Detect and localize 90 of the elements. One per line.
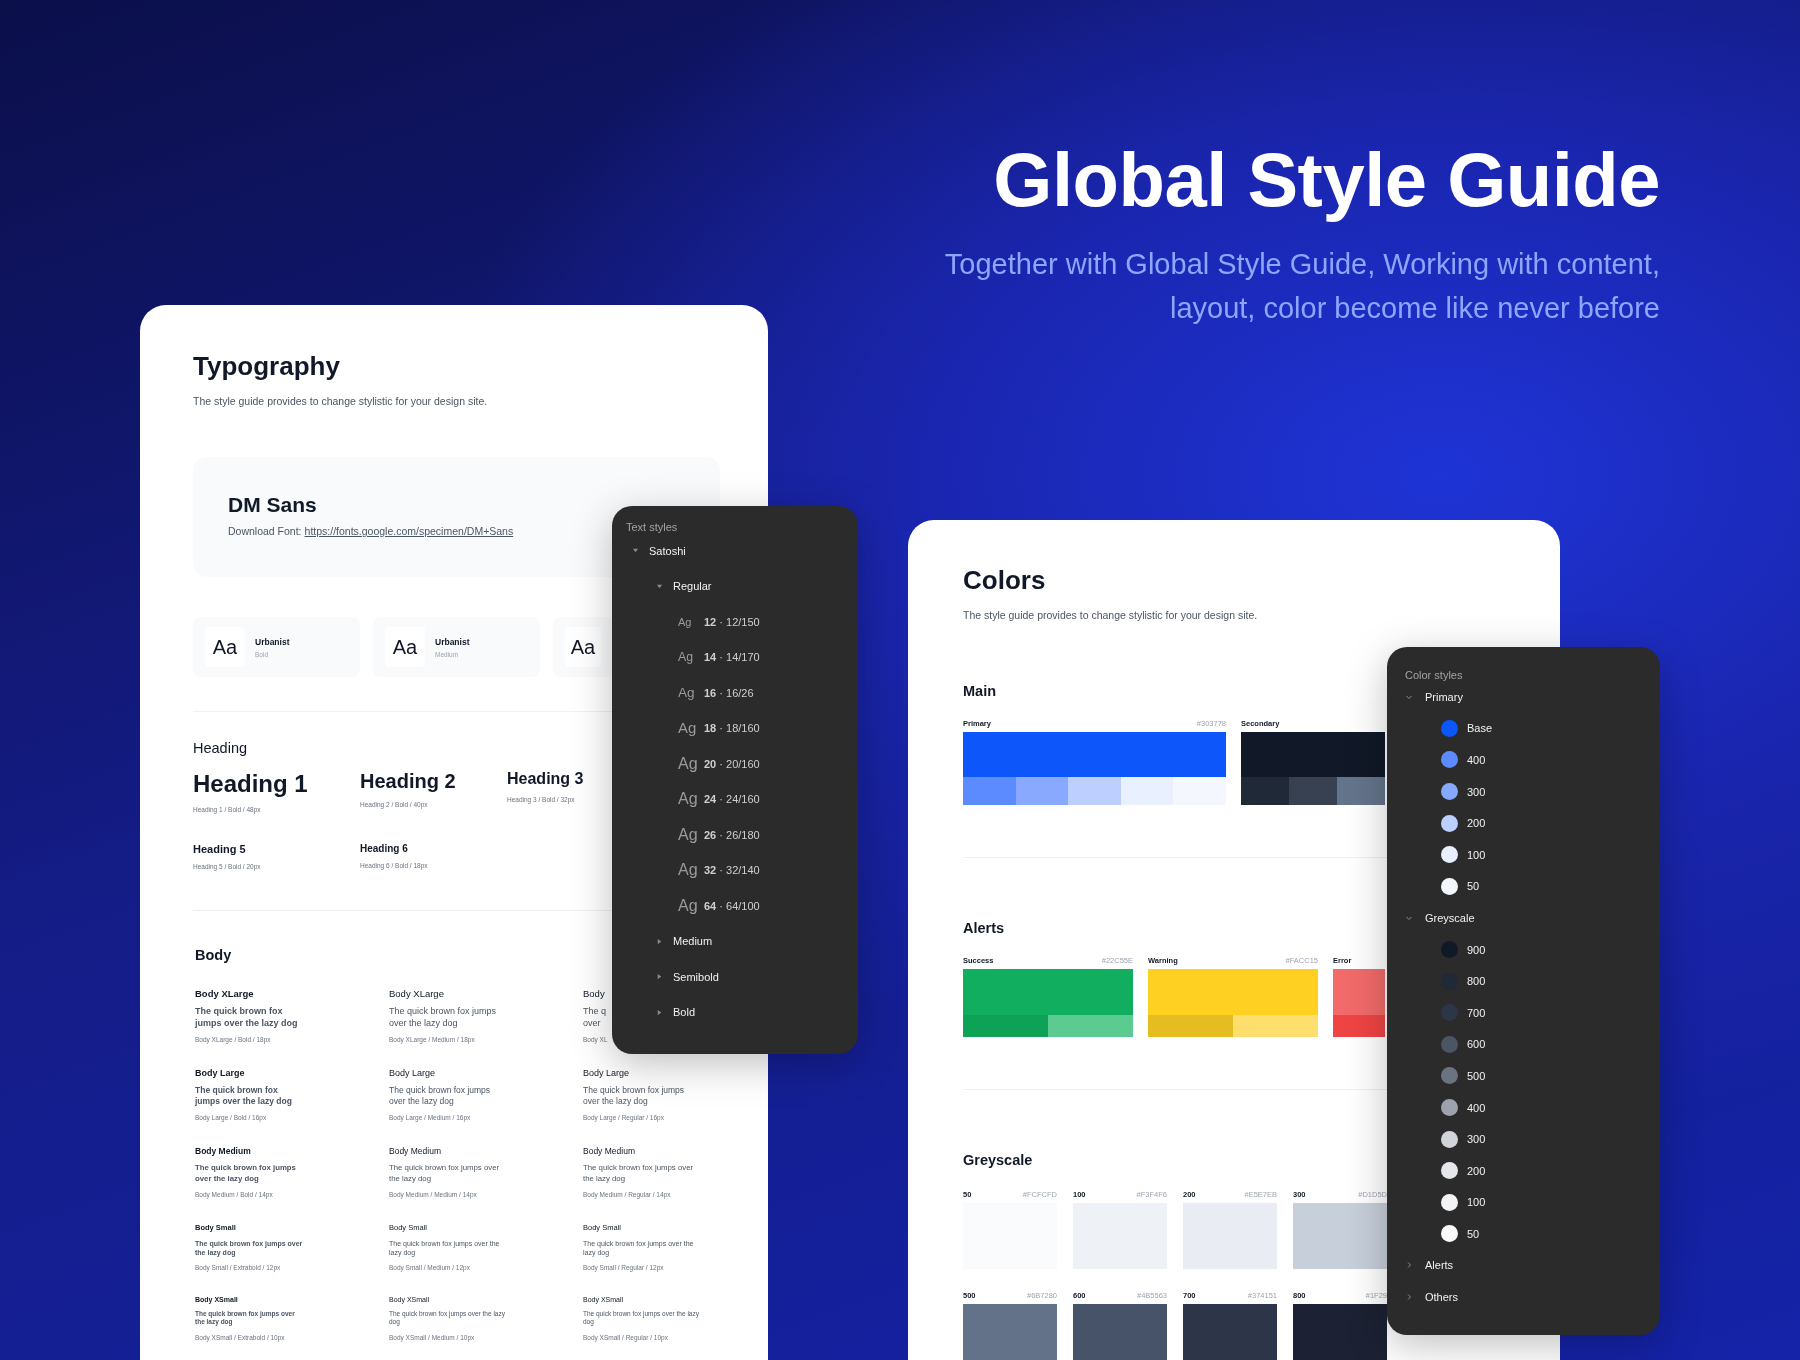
tree-item[interactable]: Alerts	[1425, 1259, 1454, 1272]
tree-item[interactable]: 600	[1467, 1038, 1486, 1051]
style-name: Body Large	[195, 1068, 245, 1079]
style-preview: Ag	[678, 650, 695, 665]
tree-item[interactable]: 32 · 32/140	[704, 864, 760, 877]
style-preview: Ag	[678, 790, 696, 809]
tree-item[interactable]: 300	[1467, 1133, 1486, 1146]
tree-item[interactable]: Primary	[1425, 690, 1463, 703]
style-name: Body Large	[583, 1068, 630, 1079]
tree-item[interactable]: 400	[1467, 754, 1486, 766]
tree-item[interactable]: 14 · 14/170	[704, 651, 760, 664]
card-title: Colors	[963, 564, 1047, 597]
heading-sample: Heading 3	[507, 770, 584, 788]
sample-text: The q over	[583, 1006, 606, 1030]
panel-title: Color styles	[1405, 669, 1464, 681]
style-preview: Ag	[678, 754, 696, 773]
tree-item[interactable]: Others	[1425, 1291, 1458, 1304]
style-preview: Ag	[678, 825, 696, 844]
section-title: Body	[194, 947, 233, 963]
style-name: Body Medium	[583, 1146, 635, 1157]
section-title: Alerts	[963, 920, 1005, 936]
font-link[interactable]: https://fonts.google.com/specimen/DM+Sans	[304, 525, 514, 537]
download-label: Download Font:	[228, 525, 302, 537]
tree-item[interactable]: 400	[1467, 1101, 1486, 1114]
sample-text: The quick brown fox jumps over the lazy dog	[389, 1085, 492, 1108]
collapse-triangle-icon[interactable]	[656, 973, 663, 981]
tree-item[interactable]: Greyscale	[1425, 911, 1475, 924]
collapse-triangle-icon[interactable]	[656, 937, 663, 945]
tree-item[interactable]: 18 · 18/160	[704, 722, 760, 735]
tree-item[interactable]: 20 · 20/160	[704, 757, 760, 770]
heading-sample: Heading 5	[193, 843, 247, 855]
style-preview: Ag	[678, 896, 696, 915]
tree-item[interactable]: 200	[1467, 1164, 1486, 1177]
tree-item[interactable]: 26 · 26/180	[704, 828, 760, 841]
tree-item[interactable]: Regular	[673, 580, 712, 593]
card-description: The style guide provides to change stylistic for your design site.	[193, 395, 489, 407]
style-preview: Ag	[678, 720, 696, 737]
style-name: Body XLarge	[389, 988, 444, 999]
tree-item[interactable]: Semibold	[673, 970, 719, 983]
expand-triangle-icon[interactable]	[632, 547, 639, 555]
card-description: The style guide provides to change stylistic for your design site.	[963, 609, 1259, 621]
tree-item[interactable]: Bold	[673, 1006, 696, 1019]
tree-item[interactable]: Satoshi	[649, 544, 686, 557]
style-preview: Ag	[678, 615, 693, 628]
tree-item[interactable]: Medium	[673, 935, 713, 948]
tree-item[interactable]: 24 · 24/160	[704, 793, 760, 806]
style-name: Body	[583, 988, 605, 999]
font-family: Urbanist	[435, 636, 470, 647]
tree-item[interactable]: 50	[1467, 1227, 1480, 1240]
tree-item[interactable]: 50	[1467, 880, 1480, 893]
font-name: DM Sans	[228, 493, 318, 517]
expand-triangle-icon[interactable]	[656, 582, 663, 590]
font-family: Urbanist	[255, 636, 290, 647]
tree-item[interactable]: Base	[1467, 722, 1493, 735]
heading-sample: Heading 2	[360, 770, 457, 793]
section-title: Main	[963, 683, 997, 699]
tree-item[interactable]: 16 · 16/26	[704, 686, 754, 699]
tree-item[interactable]: 12 · 12/150	[704, 615, 760, 628]
sample-text: The quick brown fox jumps over the lazy dog	[195, 1085, 293, 1108]
subtitle: layout, color become like never before	[1168, 290, 1660, 326]
tree-item[interactable]: 200	[1467, 817, 1486, 830]
card-title: Typography	[193, 350, 341, 383]
style-name: Body Large	[389, 1068, 436, 1079]
font-sample: Aa	[205, 627, 245, 667]
tree-item[interactable]: 300	[1467, 785, 1486, 798]
subtitle: Together with Global Style Guide, Working with content,	[943, 246, 1660, 282]
tree-item[interactable]: 500	[1467, 1069, 1486, 1082]
font-sample: Aa	[565, 627, 601, 667]
section-title: Heading	[193, 740, 248, 756]
sample-text: The quick brown fox jumps over the lazy dog	[389, 1006, 498, 1030]
section-title: Greyscale	[963, 1152, 1033, 1168]
style-preview: Ag	[678, 861, 696, 880]
tree-item[interactable]: 900	[1467, 943, 1486, 956]
style-name: Body Medium	[389, 1146, 441, 1157]
sample-text: The quick brown fox jumps over the lazy dog	[583, 1085, 686, 1108]
collapse-triangle-icon[interactable]	[656, 1008, 663, 1016]
panel-title: Text styles	[626, 521, 679, 533]
style-name: Body Medium	[195, 1146, 251, 1157]
font-sample: Aa	[385, 627, 425, 667]
heading-sample: Heading 1	[193, 770, 309, 798]
style-preview: Ag	[678, 685, 696, 701]
sample-text: The quick brown fox jumps over the lazy dog	[195, 1006, 299, 1030]
tree-item[interactable]: 700	[1467, 1006, 1486, 1019]
tree-item[interactable]: 800	[1467, 975, 1486, 988]
tree-item[interactable]: 64 · 64/100	[704, 899, 760, 912]
style-name: Body XLarge	[195, 988, 254, 999]
tree-item[interactable]: 100	[1467, 848, 1486, 861]
heading-sample: Heading 6	[360, 843, 409, 854]
page-title: Global Style Guide	[992, 140, 1660, 220]
tree-item[interactable]: 100	[1467, 1196, 1486, 1209]
